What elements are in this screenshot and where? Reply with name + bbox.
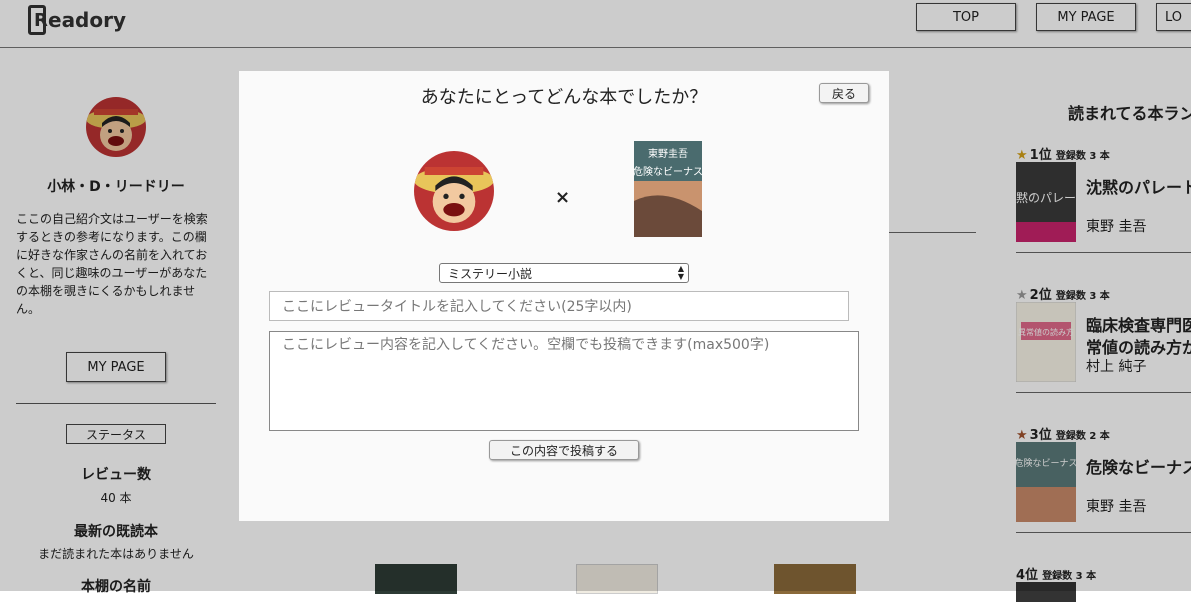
review-content-textarea[interactable]: ここにレビュー内容を記入してください。空欄でも投稿できます(max500字) [269, 331, 859, 431]
genre-select[interactable]: ミステリー小説 ▲ ▼ [439, 263, 689, 283]
select-arrows-icon: ▲ ▼ [677, 264, 684, 281]
back-button[interactable]: 戻る [819, 83, 869, 103]
modal-title: あなたにとってどんな本でしたか？ [420, 87, 708, 108]
avatar [414, 151, 494, 231]
book-cover: 東野圭吾 危険なビーナス [633, 141, 703, 237]
svg-text:東野圭吾: 東野圭吾 [648, 147, 688, 160]
svg-text:危険なビーナス: 危険なビーナス [634, 166, 702, 178]
genre-select-value: ミステリー小説 [448, 266, 533, 281]
times-icon: × [555, 187, 571, 208]
review-modal: あなたにとってどんな本でしたか？ 戻る × 東野圭吾 危険なビーナス ミステリー… [239, 71, 889, 521]
submit-review-button[interactable]: この内容で投稿する [489, 440, 639, 460]
review-title-input[interactable]: ここにレビュータイトルを記入してください(25字以内) [269, 291, 849, 321]
